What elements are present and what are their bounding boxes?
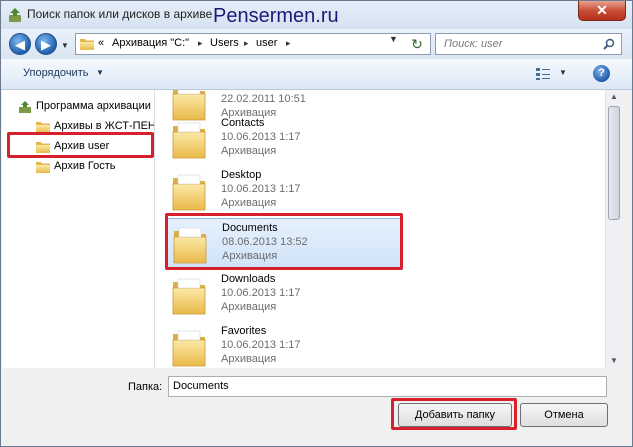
folder-name: Favorites [221,325,267,337]
address-history-chevron-down-icon[interactable]: ▼ [389,34,398,44]
title-bar[interactable]: Поиск папок или дисков в архиве Penserme… [1,1,632,29]
folder-type: Архивация [222,250,278,262]
folder-type: Архивация [221,197,277,209]
folder-list: 22.02.2011 10:51 Архивация Contacts 10.0… [155,90,605,368]
folder-name: Contacts [221,117,265,129]
folder-field-label: Папка: [128,381,163,393]
list-item[interactable]: Favorites 10.06.2013 1:17 Архивация [167,322,403,368]
view-chevron-down-icon[interactable]: ▼ [559,68,567,77]
folder-date: 22.02.2011 10:51 [221,93,306,105]
breadcrumb-overflow[interactable]: « [98,37,104,49]
folder-icon [171,328,207,368]
back-button[interactable]: ◀ [9,33,31,55]
breadcrumb-user[interactable]: user [256,37,277,49]
folder-icon [36,141,50,153]
breadcrumb-drive[interactable]: Архивация "C:" [112,37,189,49]
refresh-icon: ↻ [411,36,423,52]
address-row: ◀ ▶ ▼ « Архивация "C:" ▸ Users ▸ user ▸ … [1,29,632,59]
scrollbar-thumb[interactable] [608,106,620,220]
close-button[interactable]: ✕ [578,1,626,21]
folder-type: Архивация [221,301,277,313]
organize-button[interactable]: Упорядочить [23,67,88,79]
breadcrumb-users[interactable]: Users [210,37,239,49]
tree-item-label: Архив Гость [54,160,116,172]
folder-name: Desktop [221,169,262,181]
window-title: Поиск папок или дисков в архиве [27,7,213,21]
add-folder-button[interactable]: Добавить папку [398,403,512,427]
backup-app-icon [9,8,21,22]
back-arrow-icon: ◀ [15,37,25,52]
site-watermark: Pensermen.ru [213,5,339,27]
search-input[interactable]: Поиск: user [435,33,622,55]
folder-icon [171,276,207,316]
search-placeholder: Поиск: user [444,38,503,50]
organize-chevron-down-icon[interactable]: ▼ [96,68,104,77]
folder-icon [80,38,94,50]
tree-item-label: Программа архивации [36,100,151,112]
folder-date: 10.06.2013 1:17 [221,339,301,351]
list-item-selected[interactable]: Documents 08.06.2013 13:52 Архивация [167,218,403,270]
breadcrumb-separator-icon[interactable]: ▸ [286,38,291,49]
scroll-down-icon[interactable]: ▼ [610,356,618,365]
tree-item-label: Архивы в ЖСТ-ПЕН [54,120,155,132]
list-item[interactable]: Contacts 10.06.2013 1:17 Архивация [167,114,403,166]
folder-date: 10.06.2013 1:17 [221,287,301,299]
dialog-window: Поиск папок или дисков в архиве Penserme… [0,0,633,447]
list-item[interactable]: Downloads 10.06.2013 1:17 Архивация [167,270,403,322]
breadcrumb-separator-icon[interactable]: ▸ [244,38,249,49]
forward-arrow-icon: ▶ [41,37,51,52]
cancel-button[interactable]: Отмена [520,403,608,427]
command-toolbar: Упорядочить ▼ ▼ ? [1,59,632,90]
navigation-pane: Программа архивации Архивы в ЖСТ-ПЕН Арх… [2,90,155,368]
folder-icon [36,161,50,173]
forward-button[interactable]: ▶ [35,33,57,55]
recent-pages-chevron-down-icon[interactable]: ▼ [61,41,69,50]
folder-type: Архивация [221,353,277,365]
view-options-icon[interactable] [535,67,551,81]
vertical-scrollbar[interactable]: ▲ ▼ [605,90,623,368]
folder-date: 10.06.2013 1:17 [221,131,301,143]
folder-date: 10.06.2013 1:17 [221,183,301,195]
scroll-up-icon[interactable]: ▲ [610,92,618,101]
backup-app-icon [19,101,31,113]
folder-icon [171,120,207,160]
list-item[interactable]: Desktop 10.06.2013 1:17 Архивация [167,166,403,218]
folder-icon [171,172,207,212]
folder-name: Downloads [221,273,276,285]
folder-name-input[interactable]: Documents [168,376,607,397]
breadcrumb-separator-icon[interactable]: ▸ [198,38,203,49]
close-icon: ✕ [596,2,608,18]
folder-type: Архивация [221,145,277,157]
help-icon[interactable]: ? [593,65,610,82]
search-icon[interactable] [603,38,615,50]
folder-icon [172,225,208,265]
folder-icon [36,121,50,133]
address-bar[interactable]: « Архивация "C:" ▸ Users ▸ user ▸ [75,33,431,55]
folder-date: 08.06.2013 13:52 [222,236,308,248]
folder-name: Documents [222,222,278,234]
tree-item-label: Архив user [54,140,110,152]
refresh-button[interactable]: ↻ [405,33,429,55]
